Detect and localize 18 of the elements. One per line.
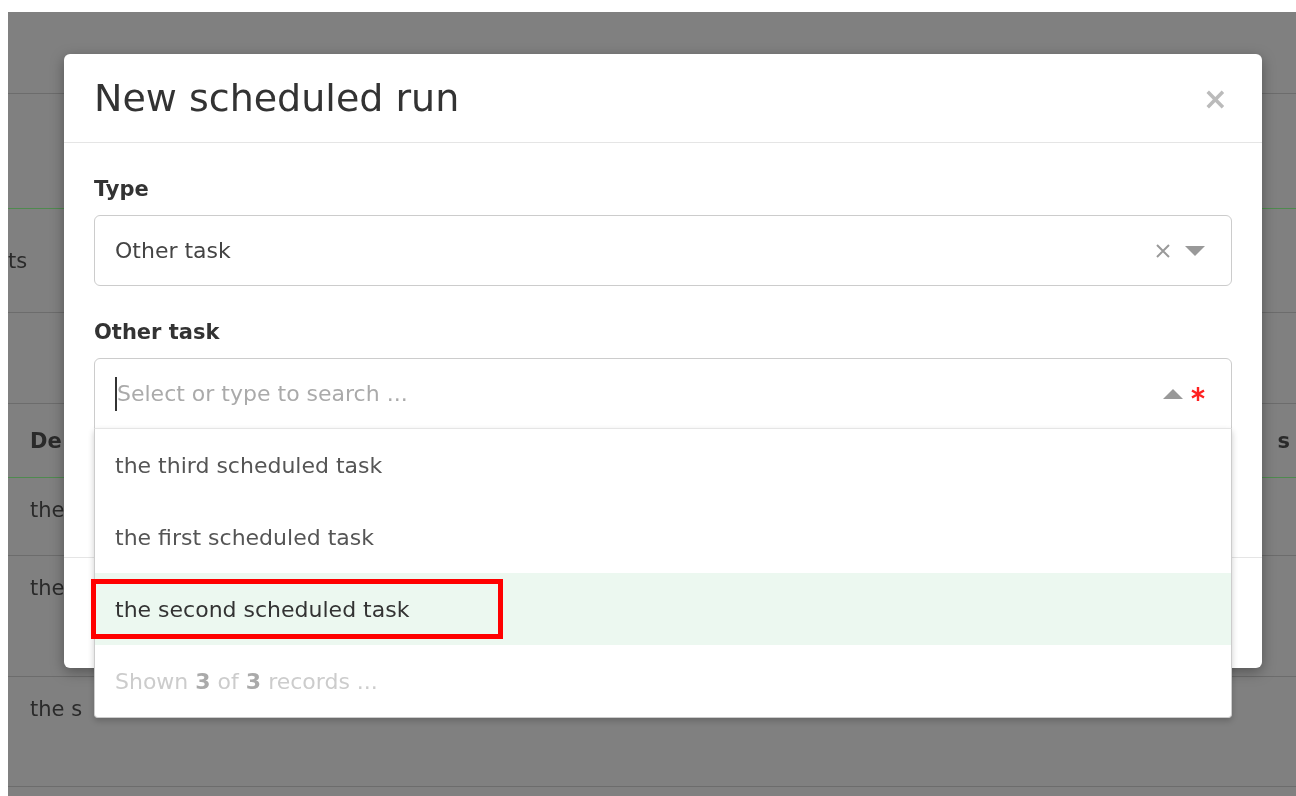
column-header: De [30,428,62,453]
field-label: Type [94,177,150,201]
caret-icon[interactable] [1163,388,1183,399]
table-cell: the [30,498,65,522]
required-asterisk-icon [1191,386,1205,401]
dropdown-option[interactable]: the first scheduled task [95,501,1231,573]
table-cell: the [30,576,65,600]
section-label: ts [8,248,28,273]
clear-icon[interactable] [1155,242,1171,259]
select-field[interactable]: Other task [94,215,1232,286]
caret-icon[interactable] [1185,245,1205,256]
dropdown-option[interactable]: the third scheduled task [95,429,1231,501]
select-field[interactable]: Select or type to search ... [94,358,1232,429]
table-cell: the s [30,697,83,721]
column-header: s [1277,428,1290,453]
dialog-title: New scheduled run [94,76,460,120]
field-label: Other task [94,320,221,344]
search-input[interactable]: Select or type to search ... [117,381,1149,406]
